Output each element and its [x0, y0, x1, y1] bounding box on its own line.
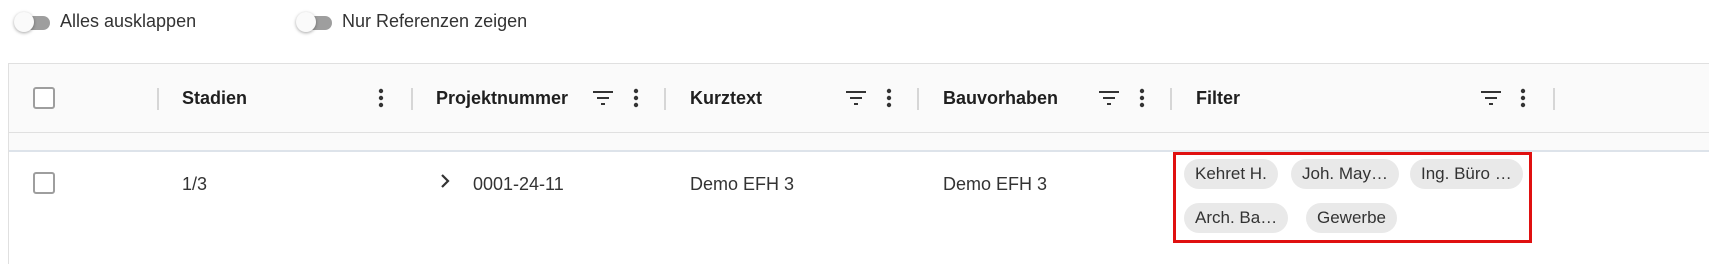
row-select-checkbox[interactable] [33, 172, 55, 194]
filter-chip[interactable]: Kehret H. [1184, 159, 1278, 189]
table-row[interactable]: 1/3 0001-24-11 Demo EFH 3 Demo EFH 3 Keh… [9, 152, 1709, 264]
expand-all-switch[interactable] [12, 11, 52, 32]
column-title-filter: Filter [1196, 87, 1241, 108]
column-separator[interactable] [917, 88, 919, 110]
column-menu-filter-icon[interactable] [1511, 86, 1535, 110]
column-separator[interactable] [157, 88, 159, 110]
toolbar: Alles ausklappen Nur Referenzen zeigen [0, 0, 1709, 44]
filter-bauvorhaben-icon[interactable] [1097, 86, 1121, 110]
column-menu-kurztext-icon[interactable] [877, 86, 901, 110]
cell-filter-chips: Kehret H. Joh. May… Ing. Büro … Arch. Ba… [1173, 152, 1532, 243]
chevron-right-icon[interactable] [439, 172, 451, 195]
filter-chip[interactable]: Ing. Büro … [1410, 159, 1523, 189]
cell-projektnummer: 0001-24-11 [473, 174, 564, 194]
filter-chip[interactable]: Arch. Ba… [1184, 203, 1289, 233]
column-menu-projektnummer-icon[interactable] [624, 86, 648, 110]
column-title-projektnummer: Projektnummer [436, 87, 569, 108]
column-header-kurztext[interactable]: Kurztext [690, 64, 762, 132]
select-all-checkbox[interactable] [33, 87, 55, 109]
filter-chip[interactable]: Gewerbe [1306, 203, 1397, 233]
only-references-label: Nur Referenzen zeigen [342, 11, 528, 31]
column-separator[interactable] [1170, 88, 1172, 110]
only-references-switch[interactable] [294, 11, 334, 32]
column-menu-stadien-icon[interactable] [369, 86, 393, 110]
table-subheader [9, 133, 1709, 152]
column-title-bauvorhaben: Bauvorhaben [943, 87, 1059, 108]
cell-kurztext: Demo EFH 3 [690, 174, 795, 194]
filter-filter-icon[interactable] [1479, 86, 1503, 110]
only-references-toggle[interactable]: Nur Referenzen zeigen [294, 11, 527, 32]
column-header-bauvorhaben[interactable]: Bauvorhaben [943, 64, 1058, 132]
cell-stadien: 1/3 [182, 174, 208, 194]
cell-bauvorhaben: Demo EFH 3 [943, 174, 1048, 194]
table-header: Stadien Projektnummer Kurztext Bauvorhab… [9, 64, 1709, 133]
filter-kurztext-icon[interactable] [844, 86, 868, 110]
filter-chip[interactable]: Joh. May… [1291, 159, 1399, 189]
column-separator[interactable] [411, 88, 413, 110]
expand-all-label: Alles ausklappen [60, 11, 197, 31]
column-header-filter[interactable]: Filter [1196, 64, 1240, 132]
column-header-projektnummer[interactable]: Projektnummer [436, 64, 568, 132]
expand-all-toggle[interactable]: Alles ausklappen [12, 11, 196, 32]
column-header-stadien[interactable]: Stadien [182, 64, 247, 132]
filter-projektnummer-icon[interactable] [591, 86, 615, 110]
project-table: Stadien Projektnummer Kurztext Bauvorhab… [8, 63, 1709, 264]
column-menu-bauvorhaben-icon[interactable] [1130, 86, 1154, 110]
column-title-stadien: Stadien [182, 87, 248, 108]
column-separator[interactable] [1553, 88, 1555, 110]
column-title-kurztext: Kurztext [690, 87, 763, 108]
column-separator[interactable] [664, 88, 666, 110]
